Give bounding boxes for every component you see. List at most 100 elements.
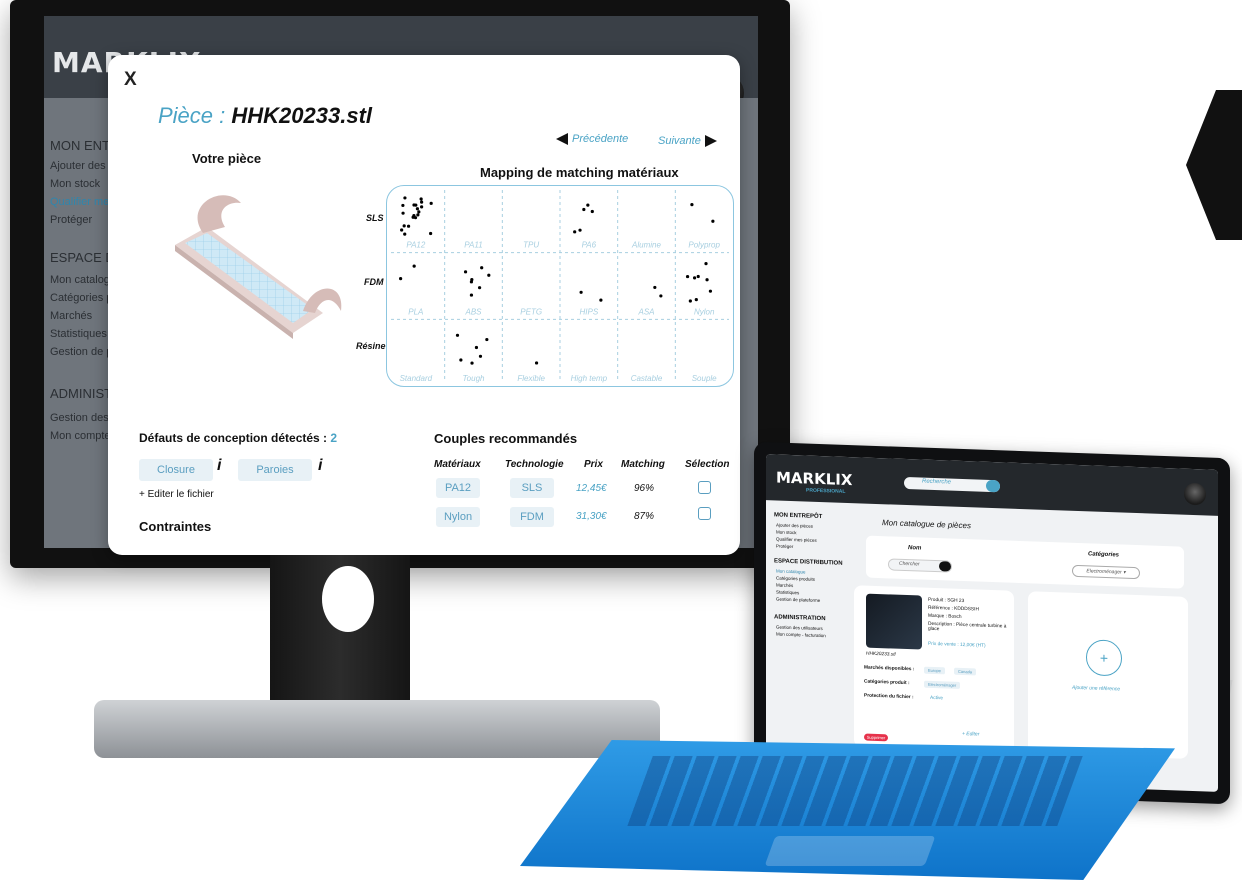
cell-label: Flexible bbox=[517, 374, 545, 383]
title-label: Pièce : bbox=[158, 103, 226, 128]
sidebar-item[interactable]: Marchés bbox=[776, 582, 793, 588]
search-icon[interactable] bbox=[939, 561, 951, 572]
constraints-heading: Contraintes bbox=[139, 519, 212, 534]
data-point bbox=[480, 266, 484, 270]
cell-label: Nylon bbox=[694, 307, 715, 316]
data-point bbox=[470, 278, 474, 282]
info-icon[interactable]: i bbox=[217, 457, 221, 475]
add-reference-label: Ajouter une référence bbox=[1072, 684, 1121, 693]
sidebar-item[interactable]: Marchés bbox=[50, 310, 92, 322]
category-chip: Electroménager bbox=[924, 680, 961, 689]
sidebar-section-title: ESPACE DISTRIBUTION bbox=[774, 558, 843, 567]
next-label: Suivante bbox=[658, 135, 701, 147]
column-header: Technologie bbox=[505, 459, 564, 470]
cell-label: High temp bbox=[571, 374, 608, 383]
product-brand: Marque : Bosch bbox=[928, 613, 962, 620]
title-value: HHK20233.stl bbox=[231, 103, 373, 128]
close-button[interactable]: X bbox=[124, 69, 137, 91]
selection-checkbox[interactable] bbox=[698, 507, 711, 520]
data-point bbox=[477, 286, 482, 290]
arrow-left-icon bbox=[556, 133, 568, 146]
column-header: Prix bbox=[584, 459, 603, 470]
data-point bbox=[469, 293, 474, 297]
data-point bbox=[578, 228, 582, 232]
delete-button[interactable]: Supprimer bbox=[864, 733, 888, 742]
data-point bbox=[470, 361, 474, 365]
info-icon[interactable]: i bbox=[318, 457, 322, 475]
edit-file-link[interactable]: + Editer le fichier bbox=[139, 489, 214, 500]
data-point bbox=[694, 298, 698, 302]
chart-plot: PA12 PA11 TPU PA6 Alumine Polyprop PLA ABS PETG H… bbox=[391, 190, 729, 383]
product-name: Produit : SGH 23 bbox=[928, 597, 965, 605]
avatar[interactable] bbox=[1184, 482, 1206, 506]
sidebar-item[interactable]: Ajouter des pièces bbox=[776, 522, 813, 528]
plus-icon[interactable]: + bbox=[1086, 639, 1122, 677]
defect-chip[interactable]: Closure bbox=[139, 459, 213, 481]
sidebar-item[interactable]: Protéger bbox=[50, 214, 92, 226]
product-price: Prix de vente : 12,00€ (HT) bbox=[928, 641, 986, 649]
data-point bbox=[399, 277, 403, 281]
sidebar-section-title: ADMINISTRATION bbox=[774, 614, 826, 623]
defects-label: Défauts de conception détectés : bbox=[139, 431, 328, 445]
cell-label: PA6 bbox=[582, 241, 597, 250]
sidebar-item[interactable]: Statistiques bbox=[776, 589, 799, 595]
sidebar-item[interactable]: Gestion de plateforme bbox=[776, 596, 820, 603]
filter-category-label: Catégories bbox=[1088, 551, 1120, 559]
edit-link[interactable]: + Editer bbox=[962, 731, 979, 738]
material-chip: Nylon bbox=[436, 507, 480, 527]
data-point bbox=[599, 298, 603, 302]
sidebar-item[interactable]: Statistiques bbox=[50, 328, 107, 340]
sidebar-item[interactable]: Gestion des utilisateurs bbox=[776, 624, 823, 631]
name-search-input[interactable]: Chercher bbox=[888, 558, 952, 573]
cell-label: ABS bbox=[464, 307, 482, 316]
previous-label: Précédente bbox=[572, 133, 629, 145]
arrow-right-icon bbox=[704, 135, 717, 148]
page-title: Mon catalogue de pièces bbox=[882, 518, 971, 531]
mapping-title: Mapping de matching matériaux bbox=[480, 165, 679, 180]
cell-label: PA12 bbox=[406, 241, 426, 250]
category-select[interactable]: Electroménager ▾ bbox=[1072, 564, 1140, 580]
tech-chip: FDM bbox=[510, 507, 554, 527]
data-point bbox=[708, 289, 713, 293]
search-input[interactable]: Recherche bbox=[904, 476, 1000, 493]
sidebar-item[interactable]: Mon catalogue bbox=[776, 568, 806, 574]
previous-button[interactable]: Précédente bbox=[556, 133, 629, 146]
data-point bbox=[420, 200, 424, 204]
data-point bbox=[403, 196, 407, 200]
data-point bbox=[485, 337, 489, 342]
column-header: Matériaux bbox=[434, 459, 481, 470]
protection-label: Protection du fichier : bbox=[864, 693, 914, 701]
sidebar-item[interactable]: Mon stock bbox=[776, 529, 797, 535]
trackpad bbox=[764, 836, 936, 866]
cell-label: Tough bbox=[463, 374, 486, 383]
defect-chip[interactable]: Paroies bbox=[238, 459, 312, 481]
part-3d-preview bbox=[175, 195, 342, 339]
market-chip: Canada bbox=[954, 667, 977, 676]
add-reference-card[interactable]: + Ajouter une référence bbox=[1028, 591, 1188, 759]
piece-modal: X Pièce : HHK20233.stl Précédente Suivan… bbox=[108, 55, 740, 555]
sidebar-item[interactable]: Mon stock bbox=[50, 178, 100, 190]
data-point bbox=[406, 224, 411, 228]
match-value: 96% bbox=[634, 483, 655, 494]
defects-count: 2 bbox=[330, 431, 338, 445]
filter-name-label: Nom bbox=[908, 545, 922, 552]
price-value: 31,30€ bbox=[576, 511, 607, 522]
sidebar-item[interactable]: Qualifier mes pièces bbox=[776, 536, 817, 542]
sidebar-item[interactable]: Mon compte - facturation bbox=[776, 631, 826, 638]
sidebar-item[interactable]: Catégories produits bbox=[776, 575, 815, 581]
cell-label: Standard bbox=[400, 374, 433, 383]
filter-panel: Nom Catégories Chercher Electroménager ▾ bbox=[866, 535, 1184, 589]
sidebar-item[interactable]: Protéger bbox=[776, 543, 793, 549]
data-point bbox=[590, 209, 594, 214]
data-point bbox=[705, 278, 709, 282]
selection-checkbox[interactable] bbox=[698, 481, 711, 494]
data-point bbox=[659, 294, 663, 298]
column-header: Sélection bbox=[685, 459, 730, 470]
row-label: SLS bbox=[366, 213, 384, 223]
data-point bbox=[690, 203, 694, 207]
next-button[interactable]: Suivante bbox=[658, 135, 717, 148]
data-point bbox=[478, 354, 483, 358]
data-point bbox=[411, 215, 415, 219]
data-point bbox=[586, 203, 590, 207]
search-icon[interactable] bbox=[986, 479, 1000, 493]
